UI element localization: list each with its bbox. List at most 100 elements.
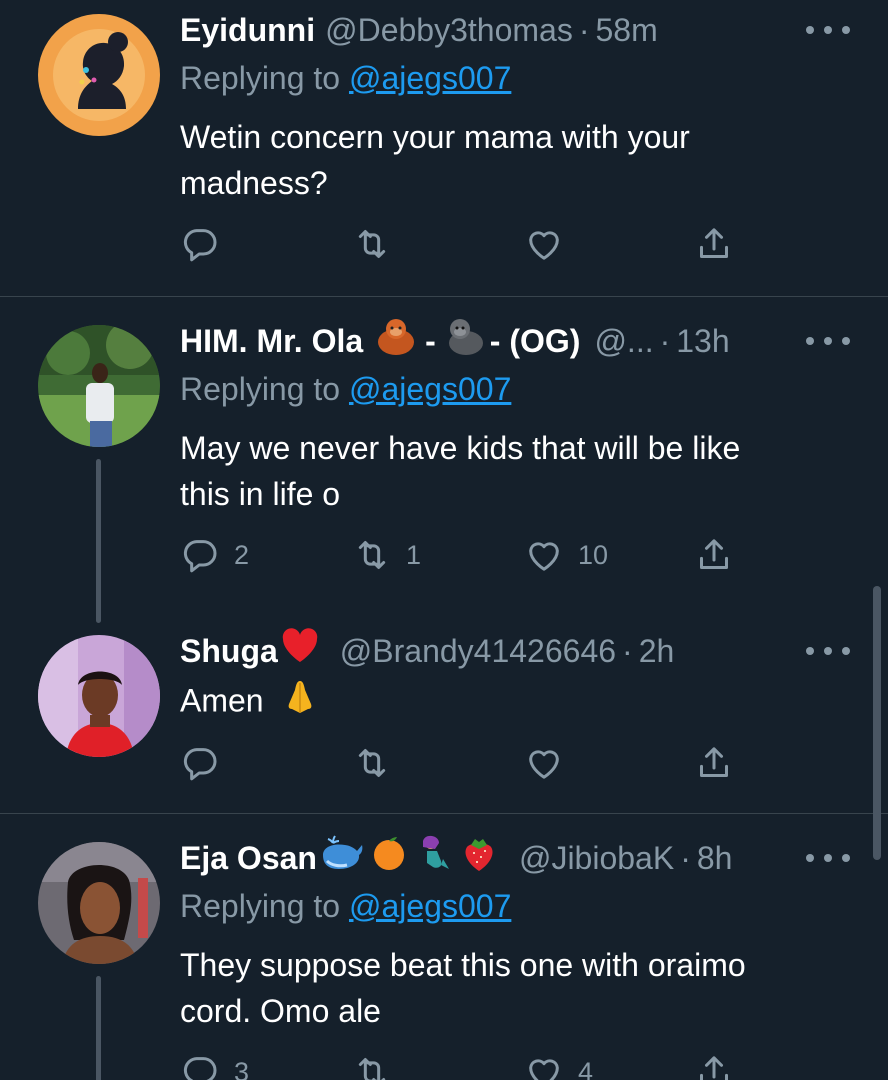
action-bar: 3 4 — [180, 1052, 780, 1080]
strawberry-emoji — [459, 833, 499, 884]
replying-to-label: Replying to — [180, 888, 341, 924]
tweet-text: May we never have kids that will be like… — [180, 425, 830, 517]
replying-to-label: Replying to — [180, 371, 341, 407]
tweet-text-line: Amen — [180, 677, 830, 729]
replying-to-label: Replying to — [180, 60, 341, 96]
author-name[interactable]: Eyidunni — [180, 8, 315, 52]
separator-dot: · — [622, 633, 633, 669]
author-handle[interactable]: @Debby3thomas — [325, 8, 573, 52]
reply-button[interactable] — [180, 743, 234, 783]
mermaid-emoji — [413, 833, 455, 884]
tweet-text-line: May we never have kids that will be like — [180, 430, 741, 466]
reply-icon — [180, 1052, 220, 1080]
separator-dot: · — [680, 840, 691, 876]
like-button[interactable]: 10 — [524, 535, 608, 575]
reply-button[interactable]: 2 — [180, 535, 249, 575]
author-name[interactable]: Shuga — [180, 629, 278, 673]
like-icon — [524, 535, 564, 575]
tweet-header: Eja Osan @JibiobaK · 8h — [180, 834, 733, 880]
timestamp[interactable]: 58m — [595, 8, 657, 52]
reply-button[interactable]: 3 — [180, 1052, 249, 1080]
whale-emoji — [319, 833, 365, 884]
timestamp[interactable]: 8h — [697, 836, 733, 880]
retweet-count: 1 — [406, 539, 422, 570]
retweet-button[interactable] — [352, 1052, 406, 1080]
like-button[interactable] — [524, 224, 578, 264]
author-name-suffix[interactable]: - (OG) — [490, 319, 581, 363]
reply-count: 3 — [234, 1056, 250, 1080]
share-icon — [694, 224, 734, 264]
like-icon — [524, 224, 564, 264]
reply-feed: Eyidunni @Debby3thomas · 58m Replying to… — [0, 0, 888, 1080]
like-icon — [524, 743, 564, 783]
share-icon — [694, 535, 734, 575]
like-count: 4 — [578, 1056, 594, 1080]
more-icon[interactable] — [806, 641, 850, 661]
replying-to-handle[interactable]: @ajegs007 — [349, 60, 511, 96]
replying-to: Replying to @ajegs007 — [180, 367, 511, 411]
share-icon — [694, 1052, 734, 1080]
orange-emoji — [369, 833, 409, 884]
action-bar: 2 1 10 — [180, 535, 780, 575]
replying-to: Replying to @ajegs007 — [180, 884, 511, 928]
replying-to-handle[interactable]: @ajegs007 — [349, 888, 511, 924]
tweet[interactable]: Shuga @Brandy41426646 · 2h Amen — [0, 617, 888, 813]
timestamp[interactable]: 2h — [639, 629, 675, 673]
tweet-text: Amen — [180, 677, 830, 729]
reply-button[interactable] — [180, 224, 234, 264]
reply-count: 2 — [234, 539, 250, 570]
share-button[interactable] — [694, 224, 734, 264]
tweet-text-line: this in life o — [180, 476, 341, 512]
reply-icon — [180, 743, 220, 783]
like-button[interactable]: 4 — [524, 1052, 593, 1080]
reply-icon — [180, 535, 220, 575]
like-icon — [524, 1052, 564, 1080]
separator-dot: · — [659, 323, 671, 359]
red-heart-emoji — [280, 627, 320, 676]
more-icon[interactable] — [806, 331, 850, 351]
tweet-text-line: They suppose beat this one with oraimo — [180, 947, 746, 983]
folded-hands-emoji — [280, 677, 320, 729]
timestamp[interactable]: 13h — [676, 319, 729, 363]
author-handle[interactable]: @... — [594, 319, 653, 363]
reply-icon — [180, 224, 220, 264]
retweet-button[interactable]: 1 — [352, 535, 421, 575]
avatar[interactable] — [38, 325, 160, 447]
more-icon[interactable] — [806, 20, 850, 40]
share-button[interactable] — [694, 535, 734, 575]
separator-dot: · — [578, 12, 590, 48]
scrollbar[interactable] — [873, 586, 881, 860]
author-handle[interactable]: @Brandy41426646 — [340, 629, 616, 673]
author-name[interactable]: Eja Osan — [180, 836, 317, 880]
like-count: 10 — [578, 539, 609, 570]
replying-to-handle[interactable]: @ajegs007 — [349, 371, 511, 407]
action-bar — [180, 743, 780, 783]
avatar[interactable] — [38, 635, 160, 757]
tweet-text-line: madness? — [180, 165, 328, 201]
name-dash: - — [425, 323, 436, 359]
replying-to: Replying to @ajegs007 — [180, 56, 511, 100]
author-name[interactable]: HIM. Mr. Ola — [180, 319, 363, 363]
retweet-icon — [352, 1052, 392, 1080]
tweet-text-line: cord. Omo ale — [180, 993, 381, 1029]
action-bar — [180, 224, 780, 264]
avatar[interactable] — [38, 14, 160, 136]
retweet-button[interactable] — [352, 743, 406, 783]
retweet-icon — [352, 224, 392, 264]
avatar[interactable] — [38, 842, 160, 964]
like-button[interactable] — [524, 743, 578, 783]
share-button[interactable] — [694, 743, 734, 783]
tweet-header: Shuga @Brandy41426646 · 2h — [180, 627, 675, 676]
tweet-text: They suppose beat this one with oraimo c… — [180, 942, 830, 1034]
retweet-button[interactable] — [352, 224, 406, 264]
share-button[interactable] — [694, 1052, 734, 1080]
tweet[interactable]: HIM. Mr. Ola - - (OG) @... · 13h Replyin… — [0, 297, 888, 623]
author-handle[interactable]: @JibiobaK — [519, 836, 674, 880]
share-icon — [694, 743, 734, 783]
tweet-text-line: Wetin concern your mama with your — [180, 119, 690, 155]
more-icon[interactable] — [806, 848, 850, 868]
tweet[interactable]: Eja Osan @JibiobaK · 8h Replying to @aje… — [0, 814, 888, 1080]
tweet[interactable]: Eyidunni @Debby3thomas · 58m Replying to… — [0, 0, 888, 296]
thread-line — [96, 459, 101, 623]
thread-line — [96, 976, 101, 1080]
